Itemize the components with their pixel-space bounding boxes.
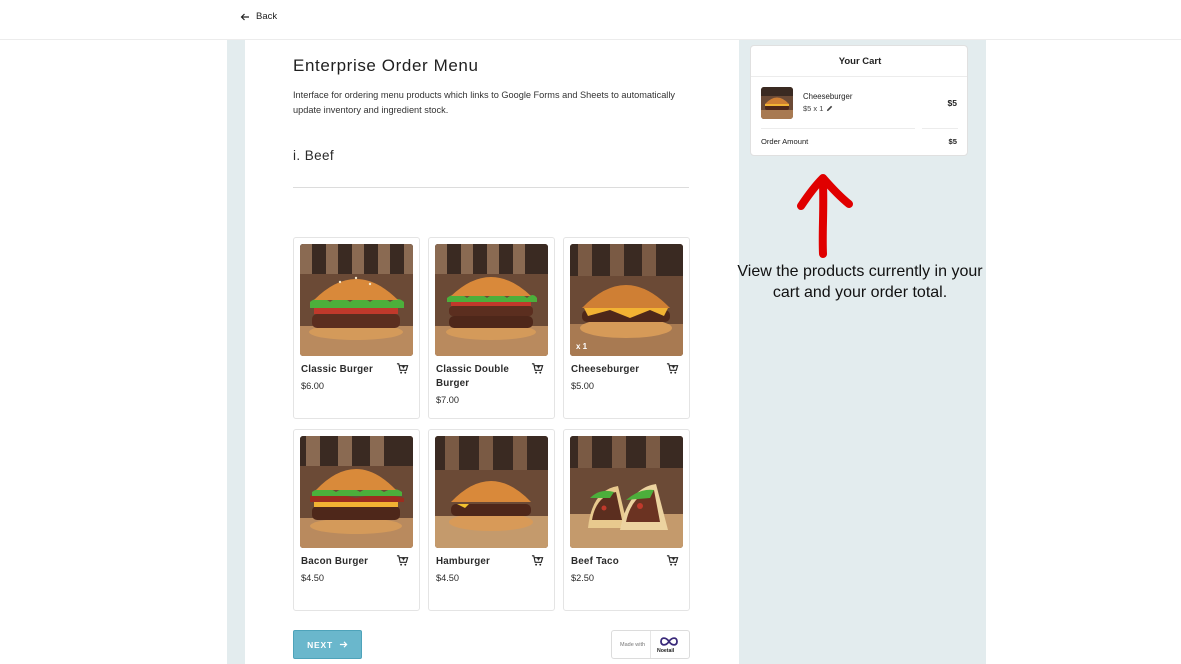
product-card-classic-burger[interactable]: Classic Burger $6.00: [293, 237, 420, 419]
cart-divider: [922, 128, 958, 129]
product-name: Classic Double Burger: [436, 364, 510, 389]
infinity-logo-icon: [660, 637, 678, 646]
product-name: Classic Burger: [301, 364, 373, 375]
cart-title: Your Cart: [838, 56, 882, 67]
back-link[interactable]: Back: [240, 11, 277, 22]
product-price: $7.00: [436, 395, 459, 405]
page-description: Interface for ordering menu products whi…: [293, 90, 675, 115]
beef-taco-image: [570, 436, 683, 548]
edit-pencil-icon[interactable]: [826, 105, 833, 112]
annotation-text: View the products currently in your cart…: [737, 263, 983, 301]
add-to-cart-icon[interactable]: [666, 554, 679, 567]
add-to-cart-icon[interactable]: [396, 362, 409, 375]
product-price: $5.00: [571, 381, 594, 391]
cart-item-quantity-text: $5 x 1: [803, 104, 824, 113]
top-bar: Back: [0, 0, 1181, 40]
section-divider: [293, 187, 689, 188]
next-button-label: NEXT: [307, 639, 333, 650]
double-burger-image: [435, 244, 548, 356]
product-price: $2.50: [571, 573, 594, 583]
cart-item-thumbnail: [761, 87, 793, 119]
add-to-cart-icon[interactable]: [531, 554, 544, 567]
product-card-classic-double-burger[interactable]: Classic Double Burger $7.00: [428, 237, 555, 419]
quantity-badge: x 1: [576, 342, 588, 351]
hamburger-image: [435, 436, 548, 548]
order-amount-label: Order Amount: [761, 137, 809, 146]
add-to-cart-icon[interactable]: [531, 362, 544, 375]
product-name: Bacon Burger: [301, 556, 369, 567]
product-price: $4.50: [301, 573, 324, 583]
made-with-label: Made with: [620, 642, 646, 648]
product-name: Cheeseburger: [571, 364, 640, 375]
product-price: $6.00: [301, 381, 324, 391]
section-title: i. Beef: [293, 148, 335, 163]
classic-burger-image: [300, 244, 413, 356]
back-label: Back: [256, 11, 278, 22]
product-price: $4.50: [436, 573, 459, 583]
arrow-left-icon: [240, 13, 249, 20]
arrow-right-icon: [339, 641, 348, 648]
add-to-cart-icon[interactable]: [396, 554, 409, 567]
cart-divider: [751, 76, 967, 77]
product-card-bacon-burger[interactable]: Bacon Burger $4.50: [293, 429, 420, 611]
cart-divider: [761, 128, 915, 129]
brand-name: Noetail: [657, 648, 675, 654]
badge-separator: [650, 631, 651, 658]
order-amount-value: $5: [948, 137, 957, 146]
cart-item-price: $5: [947, 98, 957, 108]
page-title: Enterprise Order Menu: [293, 56, 479, 75]
made-with-badge[interactable]: Made with Noetail: [611, 630, 690, 659]
next-button[interactable]: NEXT: [293, 630, 362, 659]
cart-item-name: Cheeseburger: [803, 92, 853, 101]
product-card-cheeseburger[interactable]: x 1 Cheeseburger $5.00: [563, 237, 690, 419]
product-name: Hamburger: [436, 556, 491, 567]
cart-item-quantity: $5 x 1: [803, 104, 833, 113]
bacon-burger-image: [300, 436, 413, 548]
product-card-hamburger[interactable]: Hamburger $4.50: [428, 429, 555, 611]
product-name: Beef Taco: [571, 556, 619, 567]
cart-panel: Your Cart Cheeseburger $5 x 1 $5 Order A…: [750, 45, 968, 156]
cheeseburger-image: [570, 244, 683, 356]
add-to-cart-icon[interactable]: [666, 362, 679, 375]
product-card-beef-taco[interactable]: Beef Taco $2.50: [563, 429, 690, 611]
annotation-arrow-up-icon: [797, 174, 853, 258]
